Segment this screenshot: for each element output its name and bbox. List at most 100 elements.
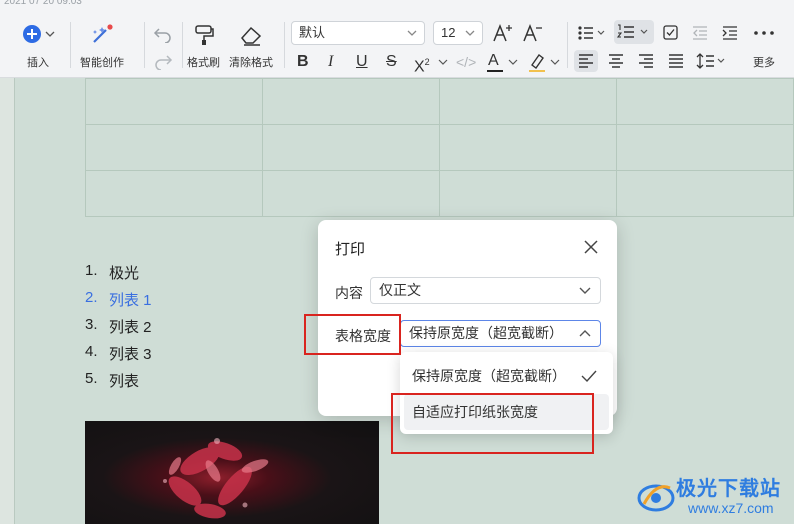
watermark-url: www.xz7.com — [688, 500, 774, 516]
clear-format-button[interactable]: 清除格式 — [229, 24, 273, 70]
chevron-down-icon — [579, 287, 591, 294]
content-select[interactable]: 仅正文 — [370, 277, 601, 304]
list-text: 极光 — [109, 265, 140, 282]
numbered-list-button[interactable] — [614, 20, 654, 44]
chevron-down-icon[interactable] — [508, 57, 518, 67]
table-cell[interactable] — [85, 78, 263, 125]
font-size-value: 12 — [441, 25, 456, 40]
indent-icon[interactable] — [722, 25, 738, 41]
toolbar: 2021 07 20 09:03 插入 智能创作 格式刷 清除格式 默认 12 … — [0, 0, 794, 78]
table-cell[interactable] — [439, 124, 617, 171]
strikethrough-icon[interactable]: S — [386, 52, 397, 72]
checkbox-list-icon[interactable] — [663, 25, 679, 41]
table-cell[interactable] — [439, 170, 617, 217]
chevron-down-icon — [407, 30, 417, 36]
smart-create-button[interactable]: 智能创作 — [80, 24, 124, 70]
list-item[interactable]: 1. 极光 — [85, 262, 152, 289]
watermark-title: 极光下载站 — [676, 478, 781, 500]
table-row — [85, 78, 794, 125]
insert-label: 插入 — [27, 57, 49, 69]
site-watermark: 极光下载站 www.xz7.com — [636, 470, 794, 524]
toolbar-divider — [182, 22, 183, 68]
document-table[interactable] — [85, 78, 794, 217]
decrease-font-icon[interactable] — [522, 22, 544, 44]
eraser-icon — [241, 26, 262, 46]
embedded-image[interactable] — [85, 421, 379, 524]
underline-icon[interactable]: U — [356, 52, 368, 72]
checkmark-icon — [581, 370, 597, 383]
table-cell[interactable] — [262, 170, 440, 217]
clear-format-label: 清除格式 — [229, 57, 273, 69]
outdent-icon[interactable] — [692, 25, 708, 41]
content-select-value: 仅正文 — [379, 282, 421, 298]
table-cell[interactable] — [262, 78, 440, 125]
justify-icon[interactable] — [667, 52, 685, 70]
table-row — [85, 170, 794, 217]
chevron-down-icon — [465, 30, 475, 36]
align-left-icon — [579, 54, 593, 68]
list-number: 2. — [85, 289, 98, 306]
list-text: 列表 3 — [109, 346, 152, 363]
list-text: 列表 — [109, 373, 140, 390]
flower-artwork — [163, 438, 269, 519]
title-strip: 2021 07 20 09:03 — [4, 0, 82, 6]
chevron-down-icon[interactable] — [438, 57, 448, 67]
toolbar-divider — [70, 22, 71, 68]
table-width-select-value: 保持原宽度（超宽截断） — [409, 325, 563, 341]
list-number: 4. — [85, 343, 98, 360]
bullet-list-icon[interactable] — [577, 24, 607, 42]
list-text: 列表 2 — [109, 319, 152, 336]
dropdown-option-keep-width[interactable]: 保持原宽度（超宽截断） — [404, 358, 609, 394]
format-painter-label: 格式刷 — [187, 57, 220, 69]
table-cell[interactable] — [616, 124, 794, 171]
highlighter-icon[interactable] — [527, 51, 547, 73]
list-number: 5. — [85, 370, 98, 387]
annotation-highlight-option — [391, 393, 594, 454]
table-cell[interactable] — [85, 170, 263, 217]
annotation-highlight-label — [304, 314, 401, 355]
plus-circle-icon — [23, 25, 55, 43]
list-item[interactable]: 3. 列表 2 — [85, 316, 152, 343]
table-row — [85, 124, 794, 171]
content-label: 内容 — [335, 285, 363, 301]
list-number: 1. — [85, 262, 98, 279]
watermark-logo-icon — [637, 484, 675, 512]
align-left-button[interactable] — [574, 50, 598, 72]
bold-icon[interactable]: B — [297, 52, 309, 72]
numbered-list: 1. 极光 2. 列表 1 3. 列表 2 4. 列表 3 5. 列表 — [85, 262, 152, 397]
chevron-down-icon[interactable] — [550, 57, 560, 67]
table-cell[interactable] — [262, 124, 440, 171]
table-width-select[interactable]: 保持原宽度（超宽截断） — [400, 320, 601, 347]
undo-icon[interactable] — [153, 25, 173, 43]
italic-icon[interactable]: I — [328, 52, 333, 72]
option-label: 保持原宽度（超宽截断） — [412, 368, 566, 384]
table-cell[interactable] — [85, 124, 263, 171]
list-item[interactable]: 4. 列表 3 — [85, 343, 152, 370]
dialog-title: 打印 — [335, 241, 366, 258]
code-icon[interactable]: </> — [456, 52, 476, 72]
format-painter-button[interactable]: 格式刷 — [187, 24, 220, 70]
redo-icon[interactable] — [153, 52, 173, 70]
align-right-icon[interactable] — [637, 52, 655, 70]
superscript-icon[interactable]: X2 — [414, 52, 430, 77]
list-item[interactable]: 2. 列表 1 — [85, 289, 152, 316]
list-item[interactable]: 5. 列表 — [85, 370, 152, 397]
line-spacing-icon[interactable] — [696, 51, 728, 71]
toolbar-divider — [284, 22, 285, 68]
insert-button[interactable]: 插入 — [20, 24, 56, 70]
align-center-icon[interactable] — [607, 52, 625, 70]
table-cell[interactable] — [439, 78, 617, 125]
more-button[interactable]: 更多 — [752, 24, 776, 70]
list-number: 3. — [85, 316, 98, 333]
paint-brush-icon — [194, 25, 214, 45]
table-cell[interactable] — [616, 78, 794, 125]
toolbar-divider — [567, 22, 568, 68]
font-family-select[interactable]: 默认 — [291, 21, 425, 45]
font-color-icon[interactable]: A — [486, 51, 504, 73]
more-dots-icon — [754, 31, 774, 35]
toolbar-divider — [144, 22, 145, 68]
close-icon[interactable] — [583, 239, 599, 255]
table-cell[interactable] — [616, 170, 794, 217]
increase-font-icon[interactable] — [492, 22, 514, 44]
font-size-select[interactable]: 12 — [433, 21, 483, 45]
